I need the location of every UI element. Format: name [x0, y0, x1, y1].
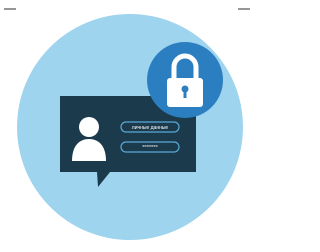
password-field-text: ********: [142, 145, 158, 151]
secure-login-illustration: личные данные ********: [0, 0, 255, 252]
illustration-canvas: личные данные ********: [4, 8, 250, 240]
lock-badge: [147, 42, 223, 118]
login-field-text: личные данные: [132, 125, 169, 131]
